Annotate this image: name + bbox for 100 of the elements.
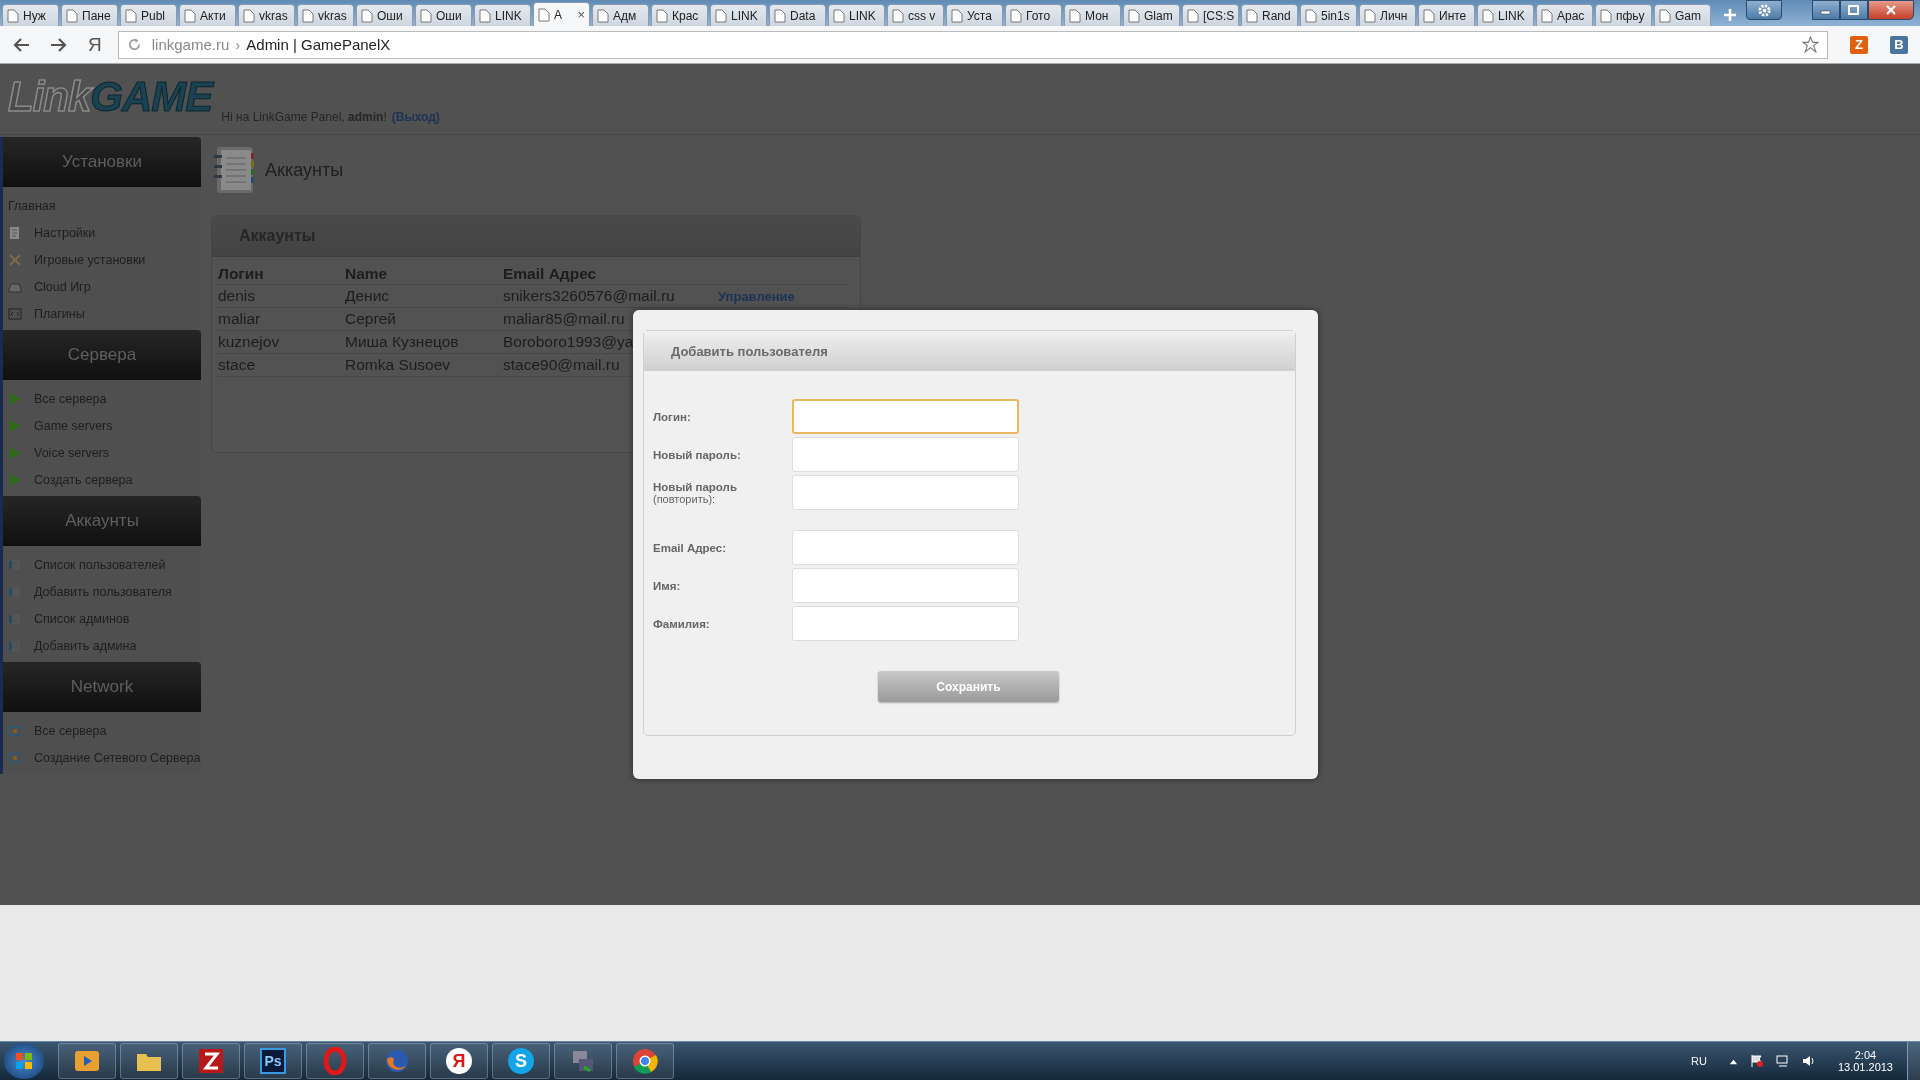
plus-icon[interactable] [1723, 8, 1737, 22]
browser-tab[interactable]: Мон [1064, 4, 1121, 26]
page-icon [479, 8, 491, 23]
taskbar-app-button[interactable] [182, 1043, 240, 1079]
maximize-button[interactable] [1840, 0, 1868, 20]
book-icon [8, 638, 22, 653]
play-icon [8, 418, 22, 433]
url-separator: › [235, 36, 241, 53]
field-label: Новый пароль: [653, 448, 742, 461]
browser-tab[interactable]: Rand [1241, 4, 1298, 26]
page-icon [1128, 8, 1140, 23]
network-icon[interactable] [1775, 1054, 1790, 1068]
play-icon [8, 472, 22, 487]
sidebar-section-header: Установки [3, 137, 201, 187]
page-icon [1305, 8, 1317, 23]
browser-tab[interactable]: Гото [1005, 4, 1062, 26]
input-field[interactable] [792, 475, 1019, 510]
tools-icon [8, 252, 22, 267]
back-icon[interactable] [12, 36, 30, 53]
page-icon [1246, 8, 1258, 23]
page-icon [538, 7, 550, 22]
browser-tab[interactable]: Оши [415, 4, 472, 26]
input-field[interactable] [792, 437, 1019, 472]
page-icon [7, 8, 19, 23]
field-hint: (повторить): [653, 492, 716, 505]
browser-tab[interactable]: Пане [61, 4, 118, 26]
dialog-title: Добавить пользователя [644, 331, 1295, 371]
page-icon [66, 8, 78, 23]
browser-tab[interactable]: Glam [1123, 4, 1180, 26]
browser-tab[interactable]: 5in1s [1300, 4, 1357, 26]
taskbar-app-button[interactable]: Ps [244, 1043, 302, 1079]
field-label: Email Адрес: [653, 541, 727, 554]
star-icon[interactable] [1802, 36, 1819, 53]
browser-tab[interactable]: Инте [1418, 4, 1475, 26]
taskbar-app-button[interactable] [58, 1043, 116, 1079]
ring-icon [321, 1047, 349, 1075]
extension-button[interactable]: B [1890, 35, 1908, 54]
settings-button[interactable] [1746, 0, 1782, 20]
frame-icon [8, 750, 22, 765]
address-bar[interactable]: linkgame.ru › Admin | GamePanelX [117, 30, 1828, 59]
sidebar-section-header: Сервера [3, 330, 201, 380]
book-icon [8, 584, 22, 599]
browser-tab[interactable]: css v [887, 4, 944, 26]
browser-tab[interactable]: LINK [710, 4, 767, 26]
browser-tab[interactable]: Крас [651, 4, 708, 26]
page-icon [1482, 8, 1494, 23]
browser-tab[interactable]: LINK [474, 4, 531, 26]
browser-tab[interactable]: LINK [1477, 4, 1534, 26]
browser-icon [631, 1047, 659, 1075]
taskbar-app-button[interactable] [120, 1043, 178, 1079]
frame-icon [8, 723, 22, 738]
page-icon [597, 8, 609, 23]
input-field[interactable] [792, 399, 1019, 434]
browser-tab[interactable]: [CS:S [1182, 4, 1239, 26]
browser-tab[interactable]: пфьу [1595, 4, 1652, 26]
close-button[interactable] [1868, 0, 1914, 20]
field-label: Логин: [653, 410, 692, 423]
clock[interactable]: 2:04 13.01.2013 [1837, 1049, 1893, 1073]
input-field[interactable] [792, 568, 1019, 603]
book-icon [8, 557, 22, 572]
page-icon [184, 8, 196, 23]
browser-tab[interactable]: A × [533, 2, 590, 26]
reload-icon[interactable] [126, 37, 142, 52]
browser-tab[interactable]: Publ [120, 4, 177, 26]
taskbar-app-button[interactable] [616, 1043, 674, 1079]
browser-tab[interactable]: vkras [238, 4, 295, 26]
browser-tab[interactable]: Арас [1536, 4, 1593, 26]
browser-tab[interactable]: Акти [179, 4, 236, 26]
minimize-button[interactable] [1812, 0, 1840, 20]
browser-tab[interactable]: Оши [356, 4, 413, 26]
taskbar-app-button[interactable]: Я [430, 1043, 488, 1079]
language-indicator[interactable]: RU [1691, 1055, 1707, 1067]
show-desktop-button[interactable] [1907, 1042, 1920, 1080]
browser-tab[interactable]: vkras [297, 4, 354, 26]
extension-button[interactable]: Z [1850, 35, 1868, 54]
browser-tab[interactable]: Нуж [2, 4, 59, 26]
play-icon [8, 391, 22, 406]
flag-icon[interactable] [1749, 1054, 1764, 1068]
page-icon [951, 8, 963, 23]
browser-tab[interactable]: LINK [828, 4, 885, 26]
yandex-button[interactable]: Я [88, 33, 102, 56]
start-button[interactable] [4, 1043, 44, 1079]
input-field[interactable] [792, 530, 1019, 565]
page-icon [1659, 8, 1671, 23]
maximize-icon [1848, 5, 1860, 15]
browser-tab[interactable]: Адм [592, 4, 649, 26]
input-field[interactable] [792, 606, 1019, 641]
browser-tab[interactable]: Уста [946, 4, 1003, 26]
forward-icon[interactable] [50, 36, 68, 53]
browser-tab[interactable]: Личн [1359, 4, 1416, 26]
page-icon [302, 8, 314, 23]
page-icon [125, 8, 137, 23]
speaker-icon[interactable] [1801, 1054, 1816, 1068]
page-icon [243, 8, 255, 23]
windows-logo-icon [14, 1051, 34, 1071]
page-icon [1010, 8, 1022, 23]
close-tab-button[interactable]: × [577, 7, 585, 22]
browser-tab[interactable]: Data [769, 4, 826, 26]
browser-tab[interactable]: Gam [1654, 4, 1711, 26]
page-icon [1600, 8, 1612, 23]
